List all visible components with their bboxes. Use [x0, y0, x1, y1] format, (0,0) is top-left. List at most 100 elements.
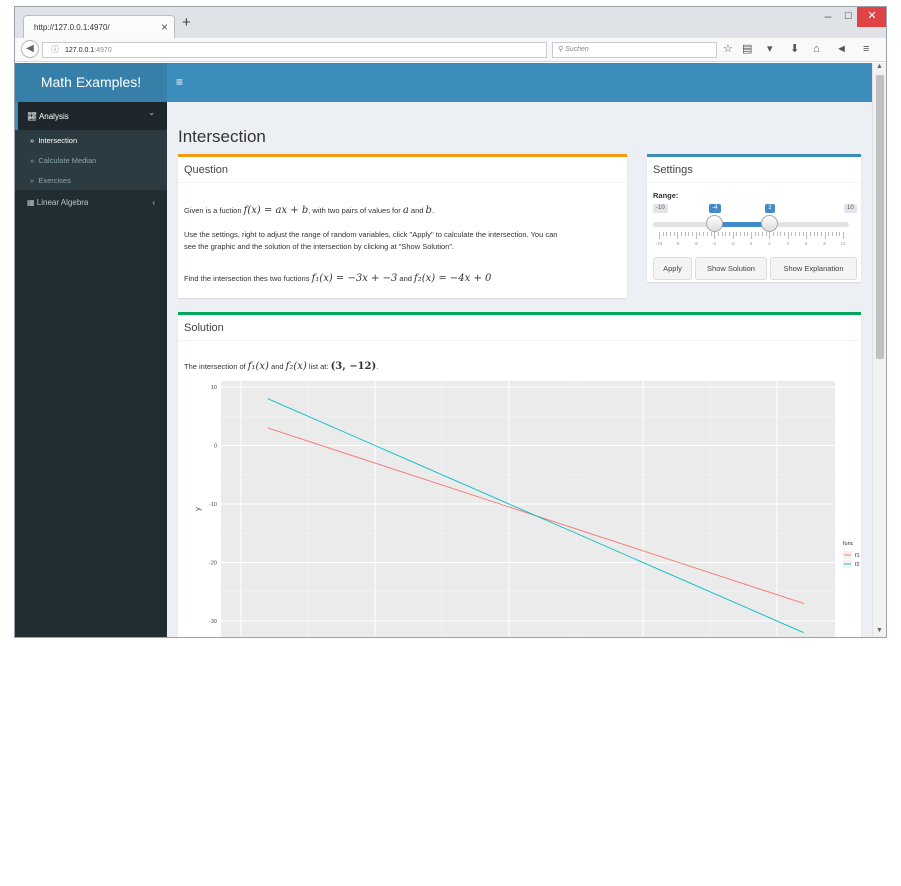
slider-tick — [773, 232, 775, 236]
q2-line-1: Use the settings, right to adjust the ra… — [184, 230, 558, 239]
slider-tick-label: -6 — [693, 241, 698, 246]
slider-tick — [798, 232, 800, 236]
slider-max-label: 10 — [844, 204, 857, 213]
slider-tick — [839, 232, 841, 236]
slider-tick — [684, 232, 686, 236]
settings-box: Settings Range: -10 10 -4 2 -10 -8 -6 -4 -2 0… — [647, 154, 861, 282]
q1-and: and — [408, 206, 426, 215]
apply-button[interactable]: Apply — [653, 257, 692, 280]
question-box: Question Given is a fuction f(x) = ax + … — [178, 154, 627, 298]
close-window-button[interactable]: ✕ — [857, 7, 886, 27]
sidebar-toggle-icon[interactable]: ≡ — [176, 75, 183, 89]
sidebar-item-linear-algebra[interactable]: ▦ Linear Algebra ‹ — [15, 192, 167, 214]
bookmark-star-icon[interactable]: ☆ — [723, 43, 733, 55]
slider-tick — [677, 232, 679, 239]
legend-label-f1: f1 — [855, 553, 860, 559]
sidebar-item-label: Linear Algebra — [36, 198, 89, 207]
page-title: Intersection — [178, 127, 266, 146]
slider-tick — [776, 232, 778, 236]
scroll-down-icon[interactable]: ▼ — [876, 627, 883, 634]
menu-icon[interactable]: ≡ — [863, 43, 869, 55]
share-icon[interactable]: ◄ — [836, 43, 847, 55]
legend-label-f2: f2 — [855, 562, 860, 568]
slider-high-handle[interactable] — [761, 215, 779, 232]
sidebar-item-analysis[interactable]: 📈︎ Analysis ⌄ — [15, 102, 167, 130]
slider-tick-label: -4 — [712, 241, 717, 246]
slider-tick — [828, 232, 830, 236]
page-scrollbar[interactable]: ▲ ▼ — [872, 63, 886, 637]
browser-tab[interactable]: http://127.0.0.1:4970/ × — [23, 15, 175, 38]
show-solution-button[interactable]: Show Solution — [695, 257, 767, 280]
slider-tick-label: 8 — [823, 241, 826, 246]
fx-formula: f(x) = ax + b — [243, 205, 309, 216]
url-port: :4970 — [94, 47, 112, 54]
slider-tick-label: 10 — [840, 241, 846, 246]
slider-tick-label: -8 — [675, 241, 680, 246]
pocket-icon[interactable]: ▾ — [767, 43, 773, 55]
q2-line-2: see the graphic and the solution of the … — [184, 242, 455, 251]
slider-tick — [765, 232, 767, 236]
slider-low-value: -4 — [709, 204, 721, 213]
sidebar-item-exercises[interactable]: » Exercises — [15, 170, 167, 190]
slider-tick — [710, 232, 712, 236]
q1-end: . — [431, 206, 435, 215]
sidebar-item-label: Analysis — [38, 112, 69, 121]
shiny-dashboard: Math Examples! ≡ 📈︎ Analysis ⌄ » Interse… — [15, 63, 872, 637]
new-tab-button[interactable]: + — [182, 15, 191, 30]
slider-high-value: 2 — [765, 204, 775, 213]
slider-tick-label: 0 — [749, 241, 753, 246]
slider-tick — [806, 232, 808, 239]
question-header: Question — [178, 157, 627, 183]
sidebar: 📈︎ Analysis ⌄ » Intersection » Calculate… — [15, 102, 167, 637]
browser-toolbar: ◀ ⓘ127.0.0.1:4970 ↻ ⚲ Suchen ☆ ▤ ▾ ⬇ ⌂ ◄… — [15, 38, 886, 62]
tab-title: http://127.0.0.1:4970/ — [34, 23, 110, 32]
y-tick-label: -30 — [209, 619, 217, 625]
slider-low-handle[interactable] — [706, 215, 724, 232]
slider-tick — [784, 232, 786, 236]
url-host: 127.0.0.1 — [65, 47, 95, 54]
reading-list-icon[interactable]: ▤ — [742, 43, 752, 55]
slider-tick-label: -10 — [655, 241, 663, 246]
info-icon[interactable]: ⓘ — [51, 45, 59, 54]
download-icon[interactable]: ⬇ — [790, 43, 799, 55]
q3-text: Find the intersection thes two fuctions — [184, 274, 312, 283]
slider-tick — [751, 232, 752, 239]
f1-formula: f₁(x) = −3x + −3 — [311, 273, 398, 284]
slider-tick — [743, 232, 745, 236]
back-arrow-icon[interactable]: ◀ — [21, 40, 39, 58]
slider-tick — [835, 232, 837, 236]
sidebar-item-label: Calculate Median — [38, 156, 97, 165]
sidebar-item-intersection[interactable]: » Intersection — [15, 130, 167, 150]
slider-tick — [802, 232, 804, 236]
app-logo[interactable]: Math Examples! — [15, 63, 167, 102]
slider-min-label: -10 — [653, 204, 668, 213]
header-bar: ≡ — [167, 63, 872, 102]
intersection-plot: -2.5 0.0 2.5 5.0 7.5100-10-20-30xyfuncf1f2 — [195, 381, 860, 637]
scroll-up-icon[interactable]: ▲ — [876, 63, 883, 70]
sidebar-item-label: Exercises — [38, 176, 71, 185]
tab-bar: http://127.0.0.1:4970/ × + – ☐ ✕ — [15, 7, 886, 38]
tab-close-icon[interactable]: × — [161, 20, 168, 34]
scrollbar-thumb[interactable] — [876, 75, 884, 359]
slider-tick — [747, 232, 749, 236]
slider-tick — [670, 232, 672, 236]
show-explanation-button[interactable]: Show Explanation — [770, 257, 857, 280]
home-icon[interactable]: ⌂ — [813, 43, 820, 55]
slider-tick — [706, 232, 708, 236]
slider-tick — [692, 232, 694, 236]
maximize-button[interactable]: ☐ — [841, 7, 855, 27]
slider-tick — [762, 232, 764, 236]
slider-tick-label: 2 — [768, 241, 771, 246]
y-tick-label: -10 — [209, 502, 217, 508]
legend-title: func — [843, 541, 854, 547]
search-input[interactable]: ⚲ Suchen — [552, 42, 717, 58]
sidebar-item-calculate-median[interactable]: » Calculate Median — [15, 150, 167, 170]
slider-tick — [813, 232, 815, 236]
q1-text-mid: , with two pairs of values for — [308, 206, 403, 215]
slider-tick — [714, 232, 716, 239]
plot-panel — [221, 381, 835, 637]
slider-tick — [817, 232, 819, 236]
minimize-button[interactable]: – — [821, 7, 835, 27]
slider-tick — [769, 232, 771, 239]
url-bar[interactable]: ⓘ127.0.0.1:4970 ↻ — [42, 42, 570, 58]
